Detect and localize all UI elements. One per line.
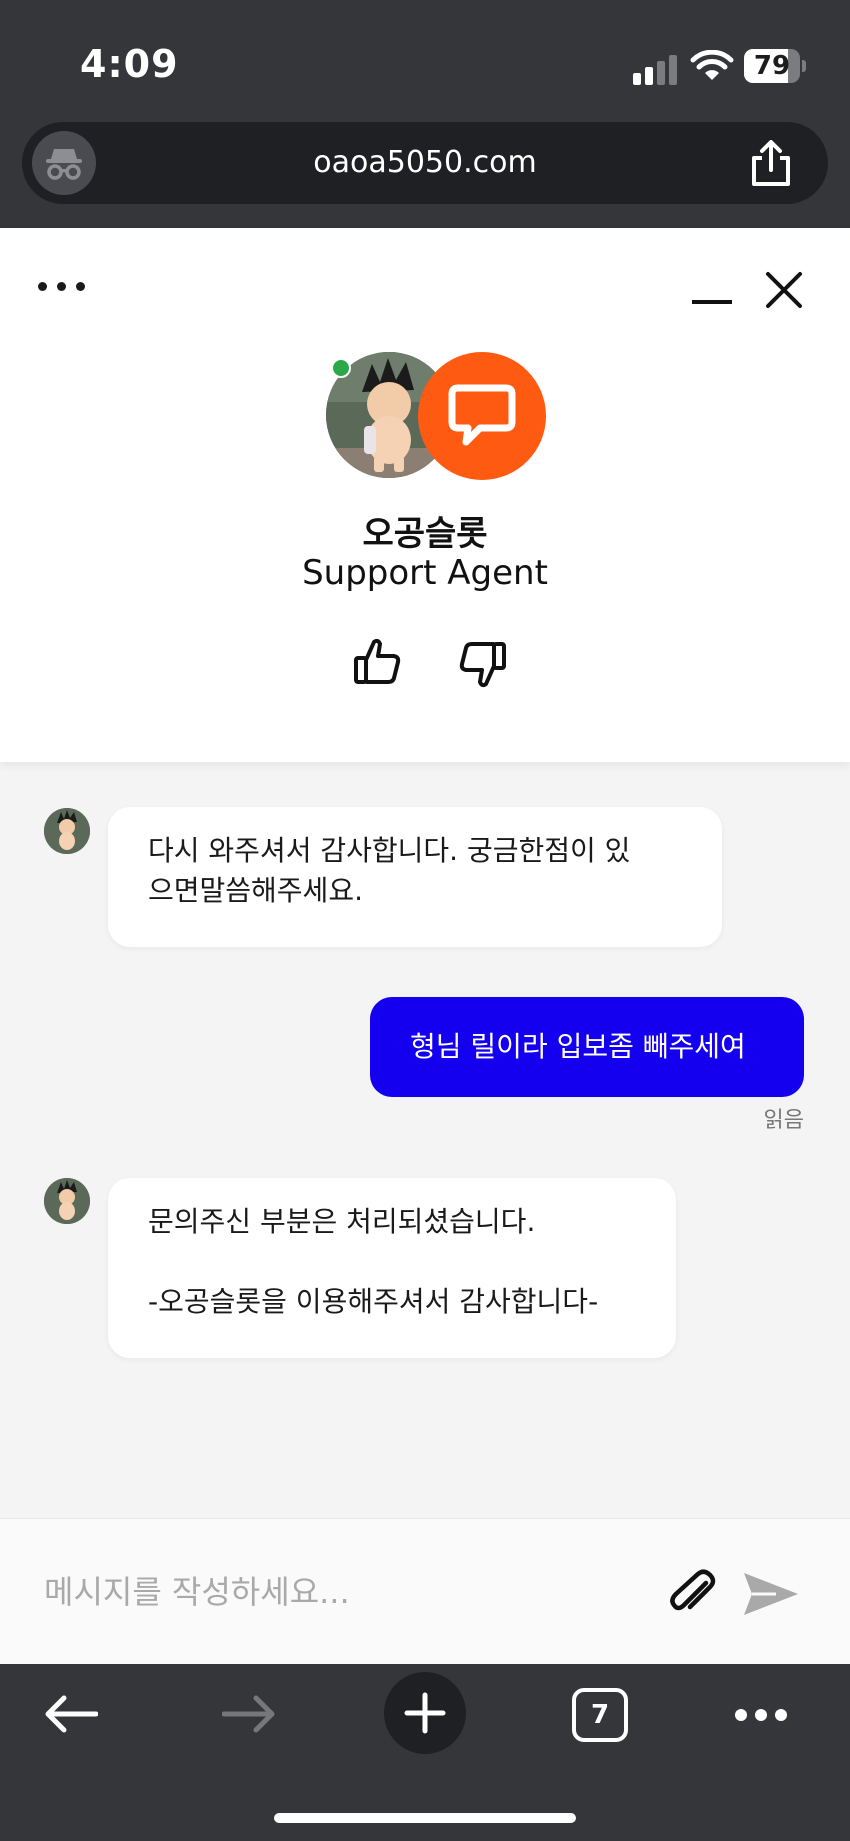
more-options-button[interactable]: [38, 274, 94, 298]
browser-top-bar: 4:09 79 oaoa5050.com: [0, 0, 850, 228]
paperclip-icon[interactable]: [666, 1569, 720, 1619]
url-text: oaoa5050.com: [313, 145, 537, 180]
agent-name: 오공슬롯: [362, 514, 488, 554]
battery-indicator: 79: [744, 49, 806, 83]
thumbs-down-icon[interactable]: [458, 640, 508, 690]
user-message-bubble: 형님 릴이라 입보좀 빼주세여: [370, 997, 804, 1097]
message-composer: [0, 1518, 850, 1664]
agent-message-avatar: [44, 1178, 90, 1224]
chat-message-list[interactable]: 다시 와주셔서 감사합니다. 궁금한점이 있 으면말씀해주세요. 형님 릴이라 …: [0, 762, 850, 1518]
battery-level: 79: [753, 51, 791, 81]
close-icon[interactable]: [764, 270, 804, 310]
chat-widget-header: 오공슬롯 Support Agent: [0, 228, 850, 762]
screen: 4:09 79 oaoa5050.com 오공슬롯 Support Agent …: [0, 0, 850, 1841]
agent-message-bubble: 문의주신 부분은 처리되셨습니다. -오공슬롯을 이용해주셔서 감사합니다-: [108, 1178, 676, 1358]
minimize-button[interactable]: [690, 268, 734, 308]
agent-message-bubble: 다시 와주셔서 감사합니다. 궁금한점이 있 으면말씀해주세요.: [108, 807, 722, 947]
address-bar[interactable]: oaoa5050.com: [22, 122, 828, 204]
cellular-signal-icon: [633, 55, 677, 85]
read-receipt: 읽음: [763, 1108, 804, 1133]
agent-message-avatar: [44, 808, 90, 854]
brand-badge: [418, 352, 546, 480]
new-tab-button[interactable]: [384, 1672, 466, 1754]
status-time: 4:09: [80, 42, 179, 86]
home-indicator[interactable]: [274, 1813, 576, 1823]
tab-switcher-button[interactable]: 7: [572, 1688, 628, 1742]
thumbs-up-icon[interactable]: [352, 636, 402, 686]
back-arrow-icon[interactable]: [44, 1694, 98, 1734]
wifi-icon: [690, 50, 734, 80]
forward-arrow-icon[interactable]: [222, 1694, 276, 1734]
message-input[interactable]: [44, 1559, 624, 1625]
online-status-dot: [331, 358, 351, 378]
share-icon[interactable]: [748, 140, 794, 188]
plus-icon: [404, 1692, 446, 1734]
chat-bubble-icon: [448, 384, 516, 446]
more-menu-icon[interactable]: [734, 1708, 788, 1722]
agent-role: Support Agent: [302, 553, 548, 593]
send-icon[interactable]: [742, 1569, 800, 1619]
